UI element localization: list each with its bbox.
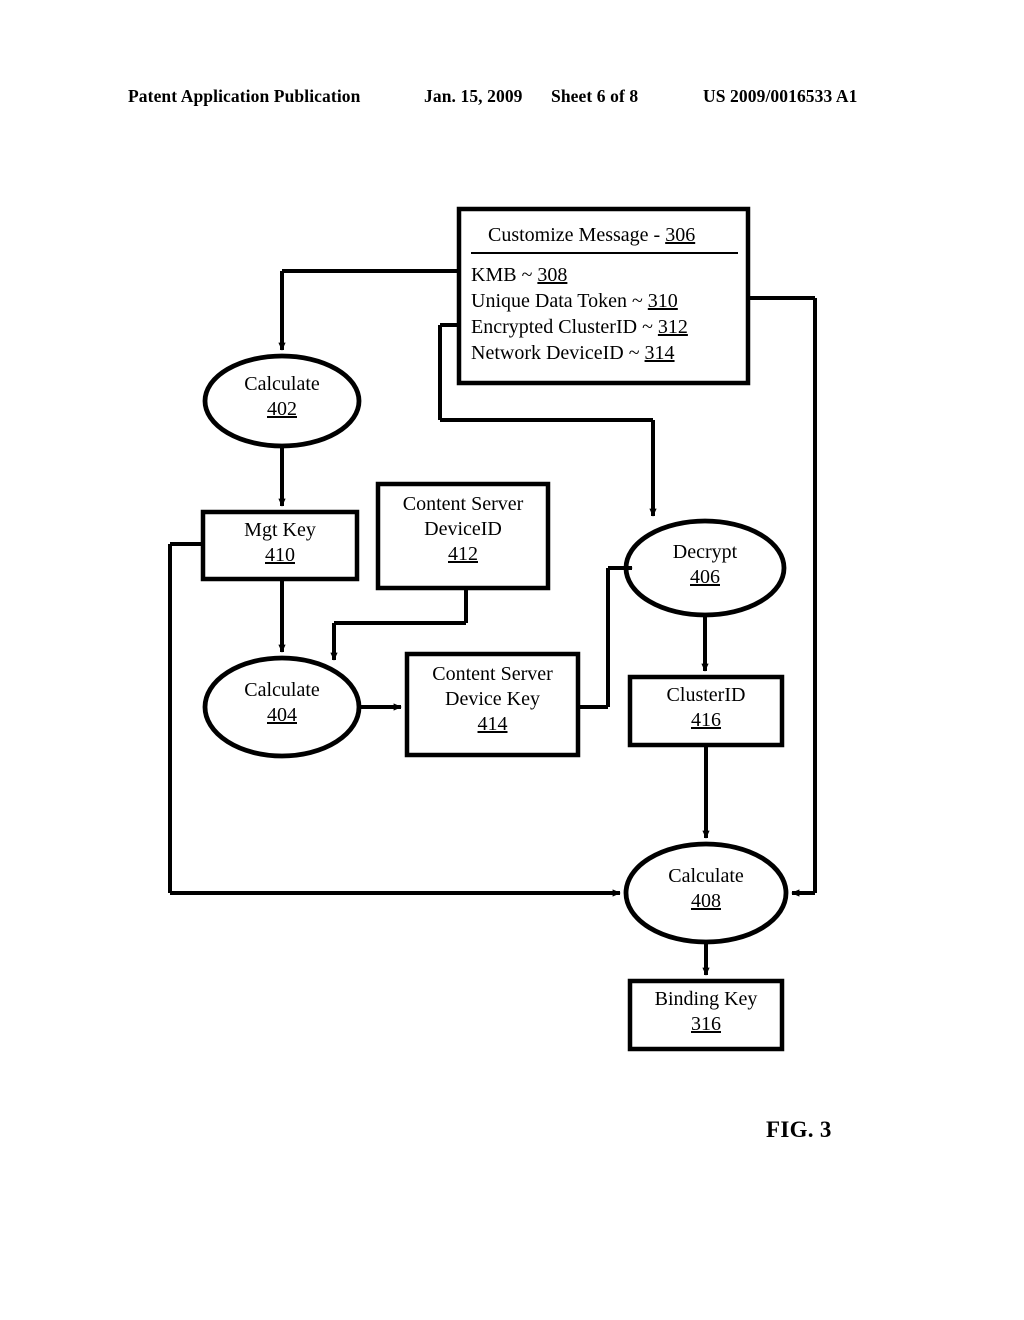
cs-device-key-box <box>404 651 581 758</box>
decrypt-406-ellipse <box>623 518 787 618</box>
mgt-key-box <box>200 509 360 582</box>
customize-message-line-network-deviceid-label: Network DeviceID ~ <box>471 342 645 364</box>
calculate-404-ellipse <box>202 655 362 759</box>
customize-message-line-network-deviceid-ref: 314 <box>644 342 675 364</box>
customize-message-title-text: Customize Message - <box>488 224 666 246</box>
cs-deviceid-box <box>375 481 551 591</box>
figure-caption: FIG. 3 <box>766 1117 832 1142</box>
connector-cs-device-key-to-decrypt-406 <box>578 564 633 709</box>
customize-message-line-unique-data-token-label: Unique Data Token ~ <box>471 290 648 312</box>
patent-figure-3: Customize Message - 306 KMB ~ 308 Unique… <box>0 0 1024 1320</box>
customize-message-title: Customize Message - 306 <box>488 223 695 247</box>
customize-message-line-unique-data-token-ref: 310 <box>647 290 678 312</box>
customize-message-line-kmb-label: KMB ~ <box>471 264 538 286</box>
customize-message-line-encrypted-clusterid: Encrypted ClusterID ~ 312 <box>471 314 688 340</box>
calculate-408-ellipse <box>623 841 789 945</box>
customize-message-line-kmb: KMB ~ 308 <box>471 262 567 288</box>
connector-cs-deviceid-to-calculate-404 <box>330 588 468 661</box>
calculate-402-ellipse <box>202 353 362 449</box>
figure-vector-canvas <box>168 206 817 1052</box>
customize-message-title-ref: 306 <box>665 224 696 246</box>
customize-message-line-unique-data-token: Unique Data Token ~ 310 <box>471 288 678 314</box>
clusterid-box <box>627 674 785 748</box>
customize-message-line-kmb-ref: 308 <box>537 264 568 286</box>
customize-message-line-network-deviceid: Network DeviceID ~ 314 <box>471 340 675 366</box>
binding-key-box <box>627 978 785 1052</box>
customize-message-line-encrypted-clusterid-label: Encrypted ClusterID ~ <box>471 316 658 338</box>
customize-message-title-rule <box>471 252 738 254</box>
customize-message-line-encrypted-clusterid-ref: 312 <box>657 316 688 338</box>
connector-kmb-to-calculate-402 <box>278 269 459 351</box>
